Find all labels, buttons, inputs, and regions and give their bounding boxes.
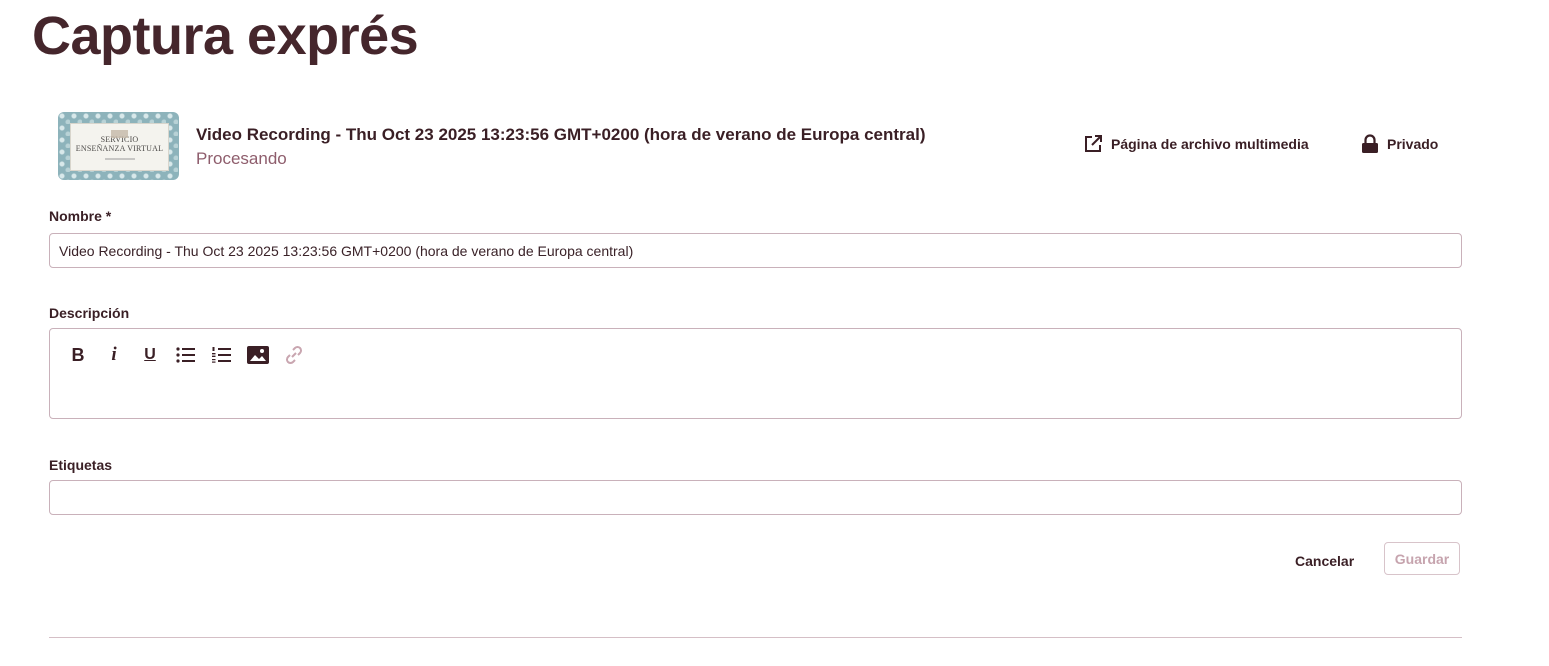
media-status: Procesando	[196, 149, 287, 168]
bulleted-list-icon[interactable]	[174, 343, 198, 367]
name-label: Nombre *	[49, 208, 112, 224]
bold-icon[interactable]: B	[66, 343, 90, 367]
name-field[interactable]	[49, 233, 1462, 268]
thumbnail-card: SERVICIO ENSEÑANZA VIRTUAL	[70, 123, 169, 171]
media-page-link[interactable]: Página de archivo multimedia	[1083, 134, 1309, 154]
media-header: SERVICIO ENSEÑANZA VIRTUAL Video Recordi…	[58, 112, 1462, 180]
editor-toolbar: B i U	[66, 343, 318, 367]
media-page-link-label: Página de archivo multimedia	[1111, 136, 1309, 152]
save-button[interactable]: Guardar	[1384, 542, 1460, 575]
privacy-button[interactable]: Privado	[1361, 134, 1438, 154]
italic-icon[interactable]: i	[102, 343, 126, 367]
cancel-button[interactable]: Cancelar	[1288, 545, 1361, 577]
thumbnail-text-line2: ENSEÑANZA VIRTUAL	[75, 143, 164, 153]
underline-icon[interactable]: U	[138, 343, 162, 367]
description-label: Descripción	[49, 305, 130, 321]
link-icon[interactable]	[282, 343, 306, 367]
tags-label: Etiquetas	[49, 457, 113, 473]
express-capture-page: Captura exprés SERVICIO ENSEÑANZA VIRTUA…	[0, 0, 1549, 666]
media-title: Video Recording - Thu Oct 23 2025 13:23:…	[196, 125, 926, 144]
tags-field[interactable]	[49, 480, 1462, 515]
page-title: Captura exprés	[32, 6, 419, 66]
image-icon[interactable]	[246, 343, 270, 367]
external-link-icon	[1085, 135, 1102, 152]
media-thumbnail: SERVICIO ENSEÑANZA VIRTUAL	[58, 112, 179, 180]
thumbnail-subline	[104, 157, 135, 160]
divider	[49, 637, 1462, 638]
privacy-label: Privado	[1387, 136, 1439, 152]
numbered-list-icon[interactable]	[210, 343, 234, 367]
thumbnail-tape	[111, 130, 128, 138]
lock-icon	[1362, 134, 1378, 153]
description-editor[interactable]: B i U	[49, 328, 1462, 419]
